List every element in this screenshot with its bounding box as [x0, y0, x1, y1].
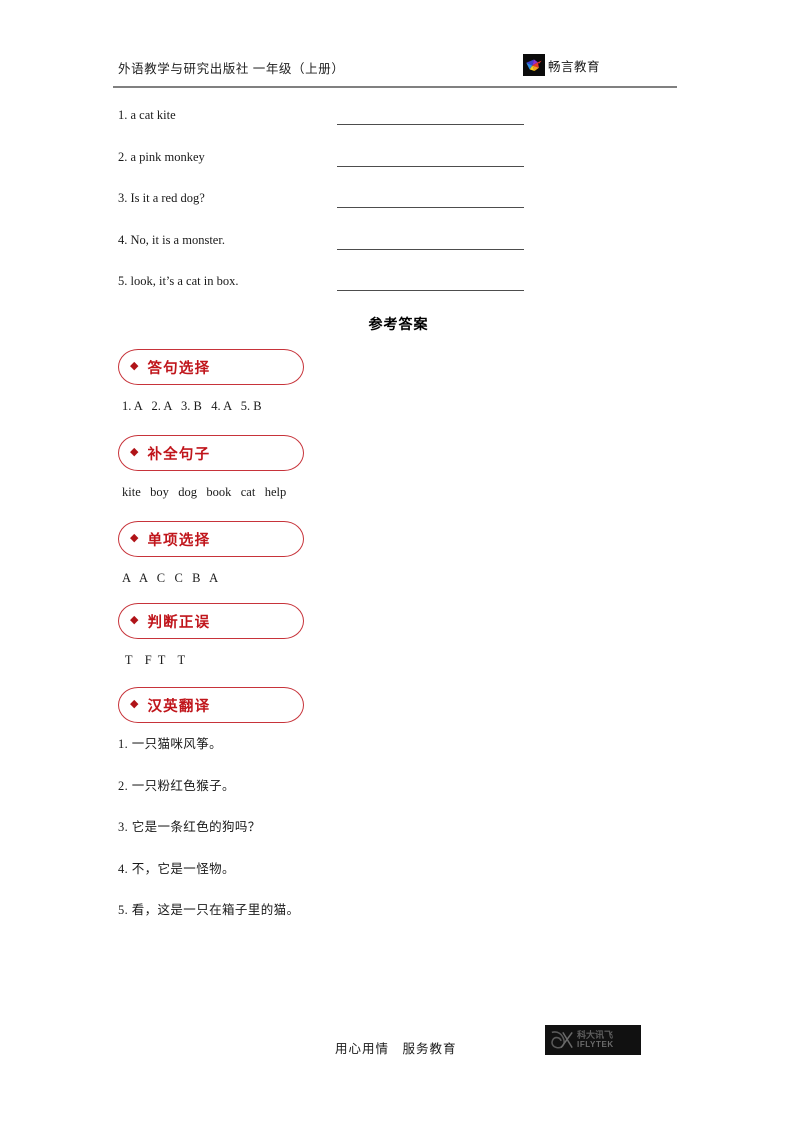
document-page: 外语教学与研究出版社 一年级（上册） 畅言教育 1. a cat kite 2.… — [0, 0, 793, 1122]
section-title: 判断正误 — [147, 614, 211, 631]
translation-row: 5. 看，这是一只在箱子里的猫。 — [118, 903, 300, 918]
exercise-answer-blank[interactable] — [337, 290, 524, 292]
exercise-answer-blank[interactable] — [337, 248, 524, 250]
section-true-false: ◆ 判断正误 T F T T — [118, 603, 678, 667]
section-header-box: ◆ 单项选择 — [118, 521, 304, 557]
translation-row: 3. 它是一条红色的狗吗？ — [118, 820, 261, 835]
iflytek-mark-icon — [551, 1031, 573, 1049]
diamond-bullet-icon: ◆ — [130, 614, 139, 626]
translation-row: 1. 一只猫咪风筝。 — [118, 737, 223, 751]
exercise-item-text: 4. No, it is a monster. — [118, 232, 225, 247]
translation-row: 2. 一只粉红色猴子。 — [118, 778, 235, 793]
iflytek-logo-en: IFLYTEK — [577, 1039, 614, 1049]
diamond-bullet-icon: ◆ — [130, 698, 139, 710]
exercise-row: 3. Is it a red dog? — [118, 191, 678, 233]
exercise-list: 1. a cat kite 2. a pink monkey 3. Is it … — [118, 108, 678, 316]
exercise-answer-blank[interactable] — [337, 207, 524, 209]
section-title: 答句选择 — [147, 360, 211, 377]
translation-answer-list: 1. 一只猫咪风筝。 2. 一只粉红色猴子。 3. 它是一条红色的狗吗？ 4. … — [118, 733, 678, 941]
section-header-box: ◆ 汉英翻译 — [118, 687, 304, 723]
section-title: 单项选择 — [147, 532, 211, 549]
exercise-item-text: 1. a cat kite — [118, 108, 176, 122]
exercise-item-text: 5. look, it’s a cat in box. — [118, 274, 239, 289]
page-footer: 用心用情 服务教育 科大讯飞 IFLYTEK — [0, 1025, 793, 1090]
exercise-item-text: 3. Is it a red dog? — [118, 191, 205, 206]
section-answer-text: 1. A 2. A 3. B 4. A 5. B — [122, 399, 262, 413]
exercise-answer-blank[interactable] — [337, 165, 524, 167]
exercise-row: 2. a pink monkey — [118, 150, 678, 192]
section-multiple-choice: ◆ 单项选择 A A C C B A — [118, 521, 678, 585]
section-header-box: ◆ 答句选择 — [118, 349, 304, 385]
iflytek-logo-icon: 科大讯飞 IFLYTEK — [545, 1025, 641, 1055]
section-answer-text: A A C C B A — [122, 571, 219, 585]
header-brand-label: 畅言教育 — [548, 59, 601, 74]
section-title: 汉英翻译 — [147, 698, 211, 715]
section-answer-choice: ◆ 答句选择 1. A 2. A 3. B 4. A 5. B — [118, 349, 678, 413]
exercise-row: 5. look, it’s a cat in box. — [118, 274, 678, 316]
section-answer-text: T F T T — [122, 653, 186, 667]
header-divider — [113, 86, 677, 88]
section-complete-sentences: ◆ 补全句子 kite boy dog book cat help — [118, 435, 678, 499]
exercise-row: 1. a cat kite — [118, 108, 678, 150]
section-translation: ◆ 汉英翻译 — [118, 687, 678, 723]
diamond-bullet-icon: ◆ — [130, 446, 139, 458]
page-header: 外语教学与研究出版社 一年级（上册） 畅言教育 — [113, 54, 677, 88]
section-header-box: ◆ 补全句子 — [118, 435, 304, 471]
header-publisher-title: 外语教学与研究出版社 一年级（上册） — [118, 62, 345, 76]
bird-logo-icon — [523, 54, 545, 76]
diamond-bullet-icon: ◆ — [130, 532, 139, 544]
iflytek-logo-text: 科大讯飞 IFLYTEK — [577, 1030, 614, 1049]
diamond-bullet-icon: ◆ — [130, 360, 139, 372]
exercise-answer-blank[interactable] — [337, 124, 524, 125]
footer-slogan: 用心用情 服务教育 — [335, 1042, 457, 1056]
section-answer-text: kite boy dog book cat help — [122, 485, 287, 499]
section-header-box: ◆ 判断正误 — [118, 603, 304, 639]
translation-row: 4. 不，它是一怪物。 — [118, 861, 235, 876]
section-title: 补全句子 — [147, 446, 211, 463]
answer-key-title: 参考答案 — [368, 318, 429, 333]
exercise-item-text: 2. a pink monkey — [118, 149, 205, 164]
header-brand: 畅言教育 — [523, 54, 600, 76]
exercise-row: 4. No, it is a monster. — [118, 233, 678, 275]
